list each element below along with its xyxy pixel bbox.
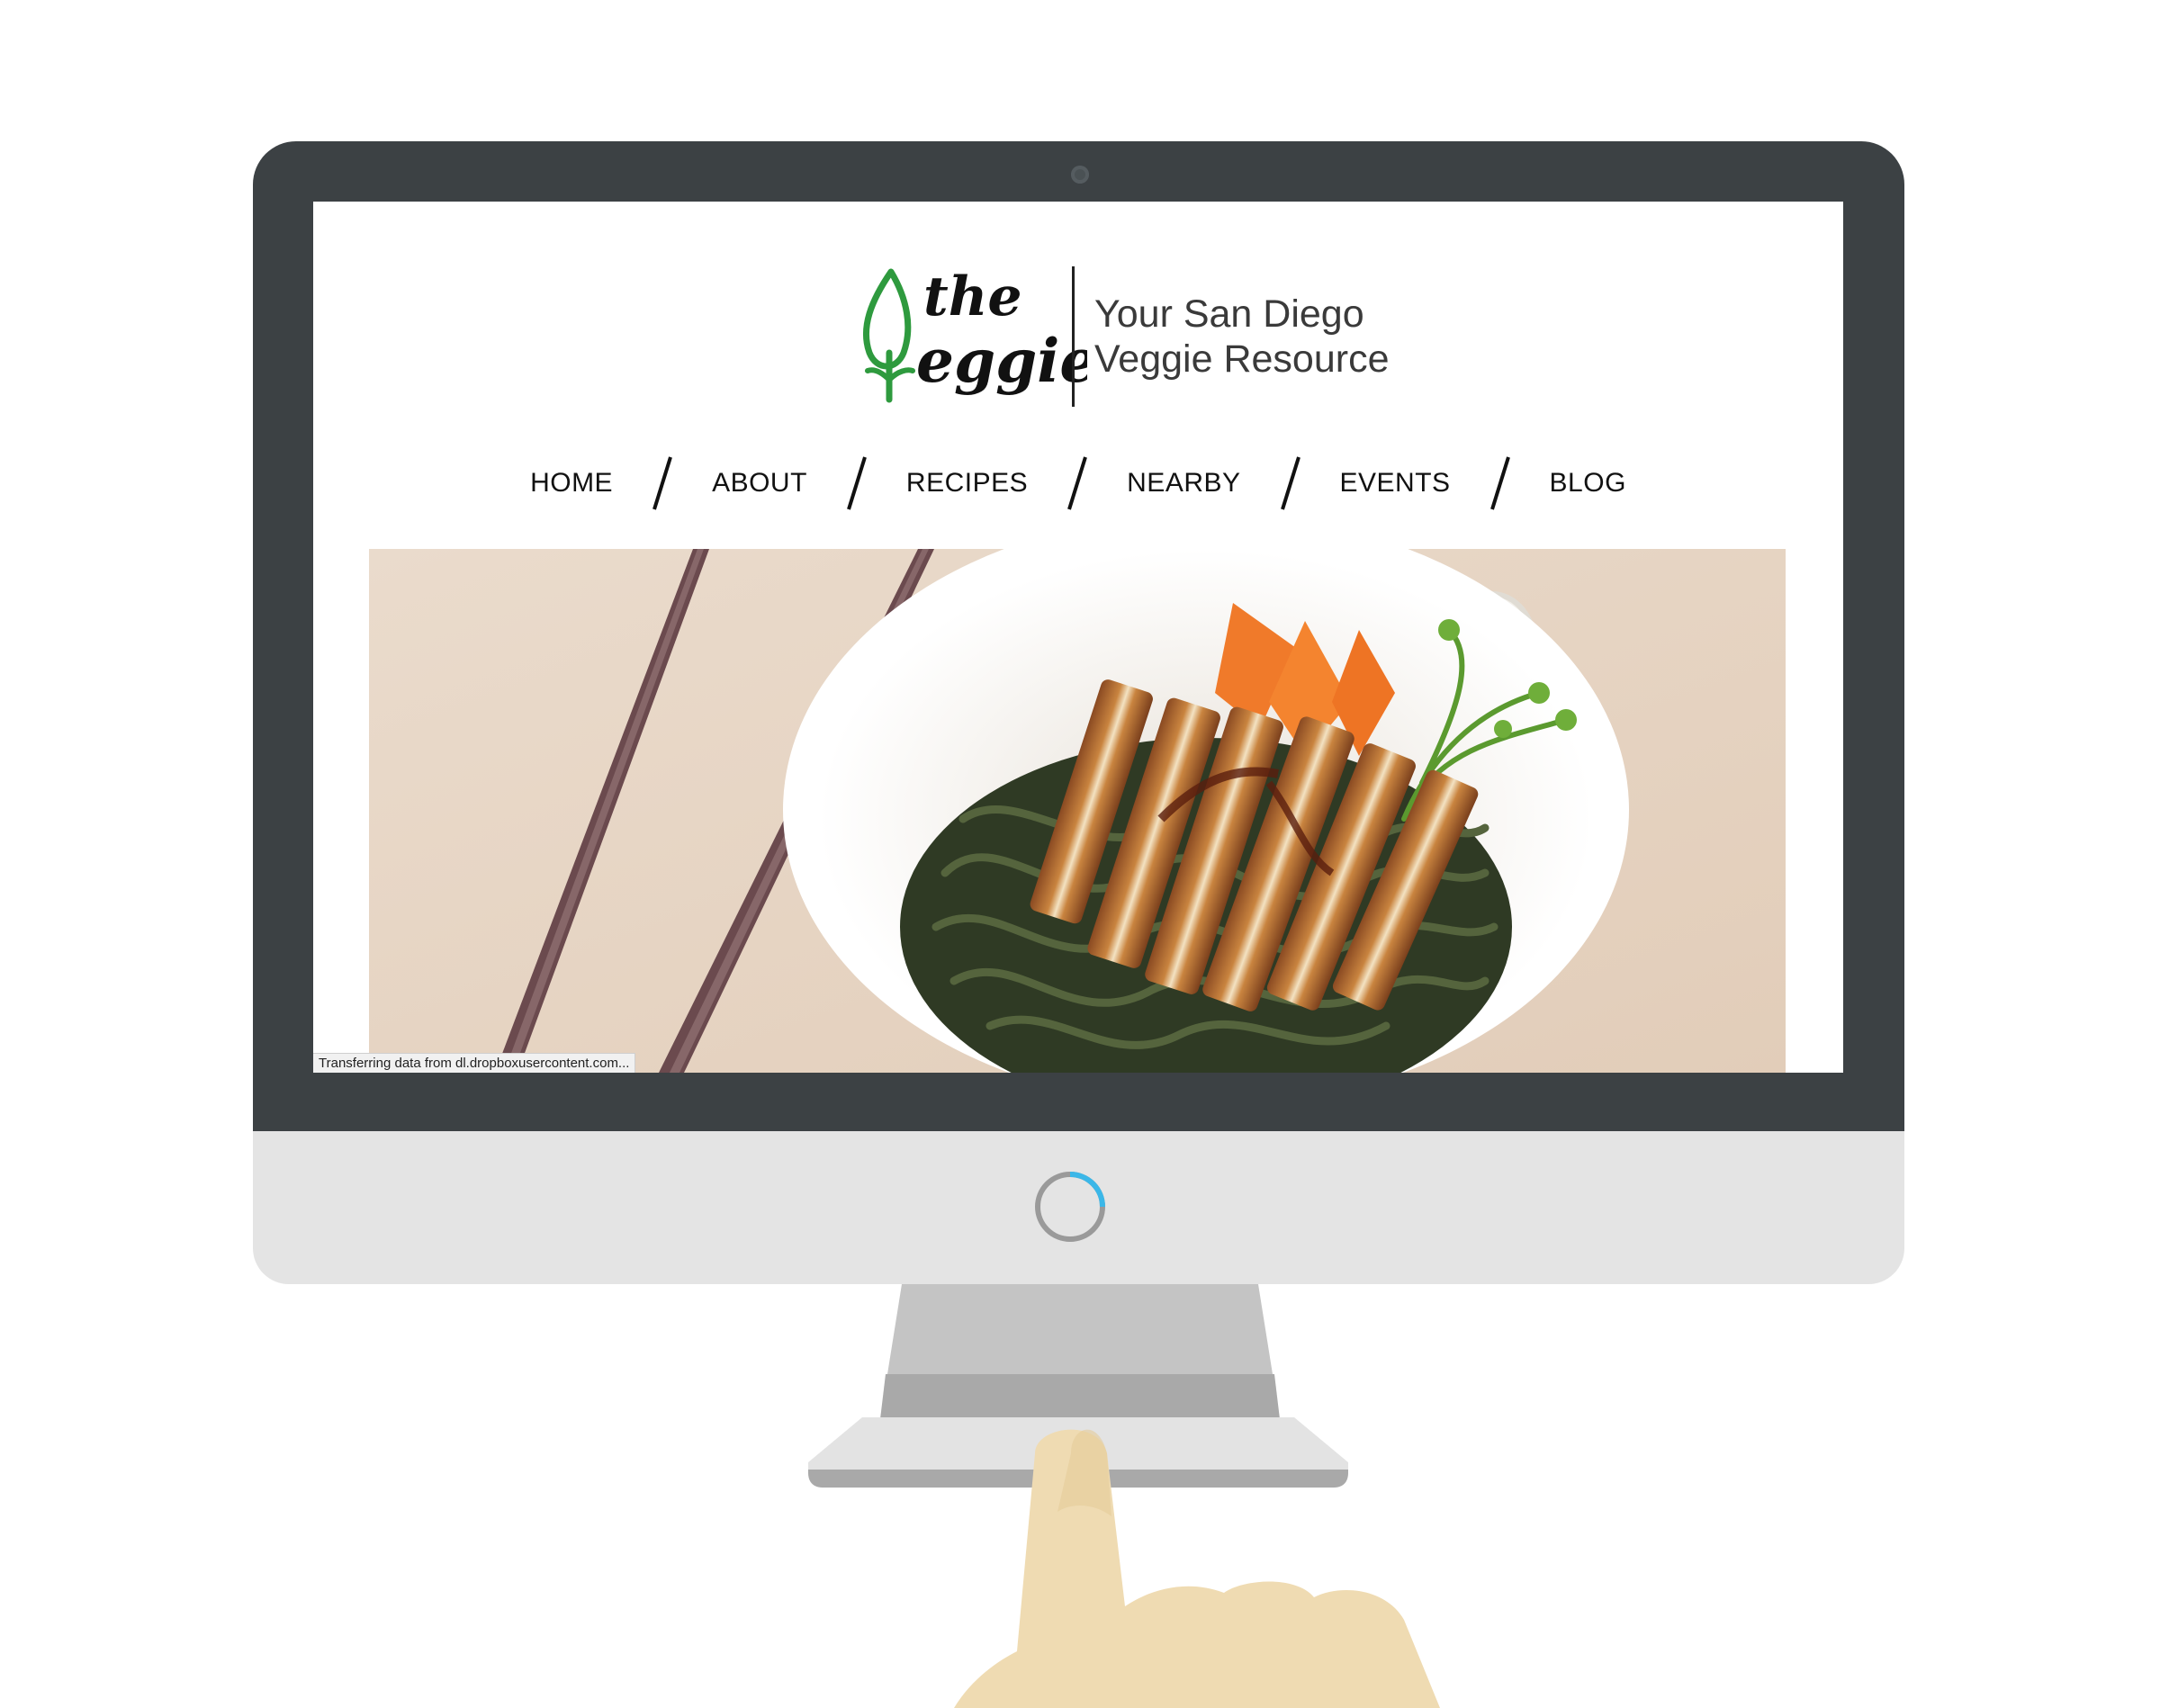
hero-food-image[interactable] [369,549,1786,1073]
browser-status-bar: Transferring data from dl.dropboxusercon… [313,1053,636,1073]
nav-blog[interactable]: BLOG [1550,468,1626,499]
nav-about[interactable]: ABOUT [712,468,807,499]
nav-separator [1280,456,1300,510]
veggie-logo[interactable]: the eggie [853,256,1087,409]
tagline-line-2: Veggie Resource [1094,337,1390,381]
logo-word-the: the [923,265,1022,328]
tagline-line-1: Your San Diego [1094,292,1364,336]
nav-nearby[interactable]: NEARBY [1127,468,1240,499]
main-nav: HOME ABOUT RECIPES NEARBY EVENTS BLOG [313,455,1843,511]
nav-home[interactable]: HOME [530,468,613,499]
nav-separator [1067,456,1088,510]
nav-separator [652,456,672,510]
logo-word-eggie: eggie [916,326,1087,396]
nav-separator [1490,456,1510,510]
monitor-stand-neck [880,1284,1280,1419]
nav-separator [847,456,867,510]
loading-spinner-icon[interactable] [1034,1171,1106,1243]
logo-divider [1072,266,1075,407]
browser-screen: the eggie Your San Diego Veggie Resource… [313,202,1843,1073]
nav-events[interactable]: EVENTS [1340,468,1451,499]
camera-icon [1071,166,1089,184]
nav-recipes[interactable]: RECIPES [906,468,1028,499]
brand-tagline: Your San Diego Veggie Resource [1094,292,1390,382]
pointing-hand-icon [954,1429,1440,1708]
leaf-icon [862,268,915,403]
